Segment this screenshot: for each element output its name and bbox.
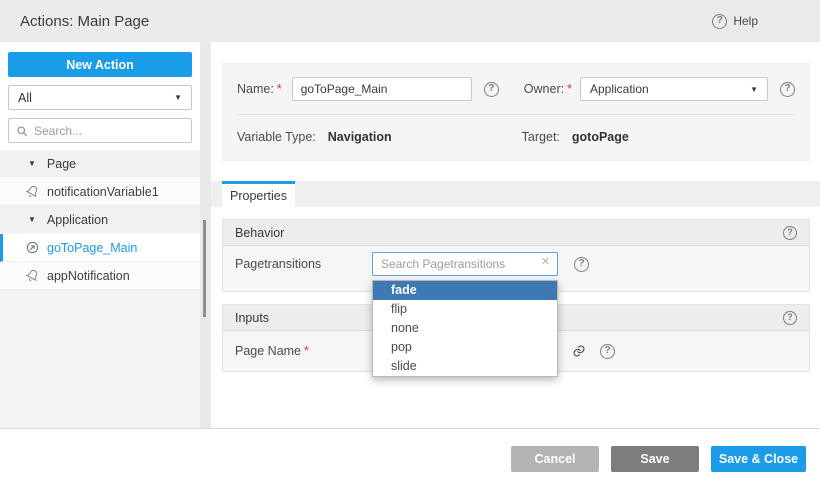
owner-select-value: Application [590,82,649,96]
tree-group-label: Page [47,157,76,171]
footer: Cancel Save Save & Close [0,428,820,488]
tab-properties[interactable]: Properties [222,181,295,207]
behavior-section-title: Behavior [235,226,284,240]
inputs-help-icon[interactable]: ? [783,311,797,325]
tree-item-label: notificationVariable1 [47,185,159,199]
behavior-section: Behavior ? Pagetransitions ✕ fadeflipnon… [222,219,810,292]
tree-group-Application[interactable]: ▼ Application [0,206,200,234]
link-icon[interactable] [572,344,586,358]
tree-item-label: appNotification [47,269,130,283]
owner-label: Owner:* [524,82,572,96]
caret-down-icon[interactable]: ▼ [28,215,36,224]
sidebar-scrollbar[interactable] [200,42,211,428]
action-tree: ▼ Page notificationVariable1 ▼ Applicati… [0,150,200,290]
owner-select[interactable]: Application ▼ [580,77,768,101]
new-action-button[interactable]: New Action [8,52,192,77]
tree-item-label: goToPage_Main [47,241,137,255]
filter-select[interactable]: All ▼ [8,85,192,110]
actions-dialog: Actions: Main Page ? Help New Action All… [0,0,820,488]
tree-group-Page[interactable]: ▼ Page [0,150,200,178]
notification-icon [26,185,39,198]
target-value: gotoPage [572,130,629,144]
caret-down-icon: ▼ [750,85,758,94]
name-label: Name:* [237,82,282,96]
page-title: Actions: Main Page [20,13,149,30]
tree-group-label: Application [47,213,108,227]
action-summary-panel: Name:* ? Owner:* Application ▼ ? Variabl… [222,63,810,161]
help-button[interactable]: ? Help [712,14,758,29]
pagetransitions-dropdown: fadeflipnonepopslide [372,280,558,377]
pagetransitions-combo: ✕ fadeflipnonepopslide [372,252,558,276]
navigation-icon [26,241,39,254]
sidebar-search [8,118,192,143]
header: Actions: Main Page ? Help [0,0,820,42]
save-close-button[interactable]: Save & Close [711,446,806,472]
filter-select-value: All [18,91,32,105]
scrollbar-thumb[interactable] [203,220,206,317]
required-marker: * [304,344,309,358]
help-circle-icon: ? [712,14,727,29]
owner-help-icon[interactable]: ? [780,82,795,97]
caret-down-icon[interactable]: ▼ [28,159,36,168]
page-name-help-icon[interactable]: ? [600,344,615,359]
page-name-label: Page Name* [235,344,372,358]
behavior-help-icon[interactable]: ? [783,226,797,240]
help-label: Help [733,14,758,28]
required-marker: * [277,82,282,96]
pagetransitions-search-input[interactable] [372,252,558,276]
name-input[interactable] [292,77,472,101]
dropdown-option-flip[interactable]: flip [373,300,557,319]
variable-type-value: Navigation [328,130,392,144]
name-help-icon[interactable]: ? [484,82,499,97]
sidebar: New Action All ▼ ▼ Page notificationVari… [0,42,200,428]
variable-type-label: Variable Type: [237,130,316,144]
main-content: Name:* ? Owner:* Application ▼ ? Variabl… [211,42,820,428]
dropdown-option-pop[interactable]: pop [373,338,557,357]
clear-icon[interactable]: ✕ [541,257,550,268]
tab-bar: Properties [211,181,820,207]
save-button[interactable]: Save [611,446,699,472]
required-marker: * [567,82,572,96]
tree-item-appNotification[interactable]: appNotification [0,262,200,290]
caret-down-icon: ▼ [174,93,182,102]
target-label: Target: [522,130,560,144]
sidebar-filler [0,290,200,428]
notification-icon [26,269,39,282]
cancel-button[interactable]: Cancel [511,446,599,472]
dropdown-option-fade[interactable]: fade [373,281,557,300]
tree-item-goToPage_Main[interactable]: goToPage_Main [0,234,200,262]
pagetransitions-help-icon[interactable]: ? [574,257,589,272]
pagetransitions-label: Pagetransitions [235,257,372,271]
dropdown-option-slide[interactable]: slide [373,357,557,376]
tree-item-notificationVariable1[interactable]: notificationVariable1 [0,178,200,206]
search-icon [16,125,28,137]
dropdown-option-none[interactable]: none [373,319,557,338]
inputs-section-title: Inputs [235,311,269,325]
sidebar-search-input[interactable] [34,124,184,138]
